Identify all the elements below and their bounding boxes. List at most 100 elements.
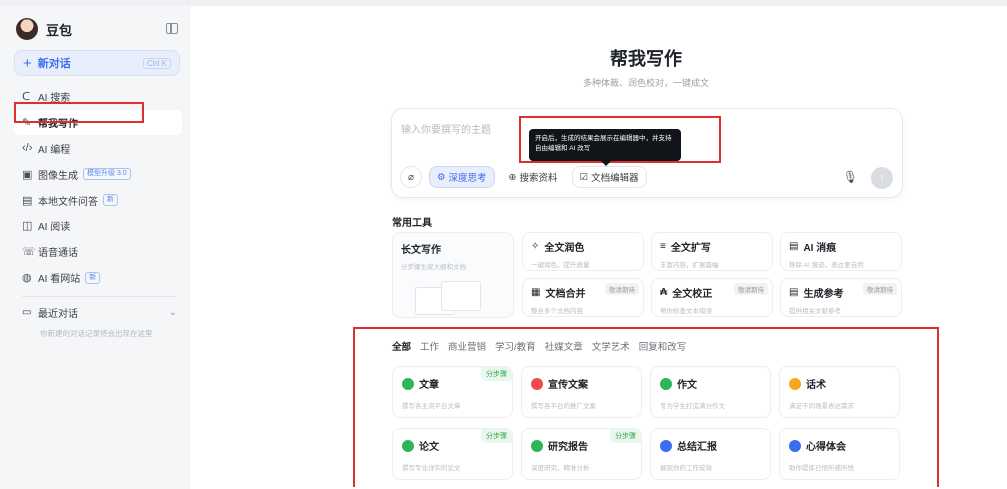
tool-name: 全文扩写 [670, 243, 711, 254]
template-card-article[interactable]: 文章 撰写各主流平台文章 分步骤 [392, 366, 513, 418]
doc-editor-toggle[interactable]: ☑ 文档编辑器 [571, 166, 647, 188]
search-label: 搜索资料 [519, 173, 558, 184]
card-title: 论文 [419, 442, 439, 453]
microphone-icon[interactable]: 🎙 [843, 170, 858, 184]
tools-section-title: 常用工具 [392, 218, 432, 229]
search-toggle[interactable]: ⊕ 搜索资料 [502, 166, 565, 188]
tool-name: 文档合并 [545, 289, 586, 300]
deep-think-label: 深度思考 [448, 173, 487, 184]
doubao-avatar [16, 18, 38, 40]
sidebar-item-label: 图像生成 [38, 170, 78, 182]
brand[interactable]: 豆包 [16, 18, 72, 40]
tool-desc: 分步骤生成大纲和文档 [401, 264, 466, 271]
page-subtitle: 多种体裁、润色校对，一键成文 [582, 78, 709, 88]
doc-icon: ▤ [789, 241, 799, 252]
tool-polish[interactable]: ✧ 全文润色 一键润色，提升质量 [522, 232, 644, 271]
tool-long-writing[interactable]: 长文写作 分步骤生成大纲和文档 [392, 232, 514, 318]
doc-editor-label: 文档编辑器 [591, 173, 639, 184]
tool-references[interactable]: ▤ 生成参考 提供相关文献参考 敬请期待 [780, 278, 902, 317]
template-card-promo-copy[interactable]: 宣传文案 撰写各平台的推广文案 [521, 366, 642, 418]
step-by-step-tag: 分步骤 [481, 429, 512, 443]
tool-name: 全文润色 [544, 243, 585, 254]
card-desc: 展现你的工作成效 [660, 465, 712, 472]
topic-input[interactable]: 输入你要撰写的主题 [401, 121, 491, 136]
card-desc: 撰写专业详实的论文 [402, 465, 461, 472]
coming-soon-badge: 敬请期待 [605, 283, 639, 295]
recent-chats-header[interactable]: ▭ 最近对话 ⌄ [22, 305, 177, 320]
new-chat-button[interactable]: + 新对话 Ctrl K [14, 50, 180, 76]
tab-literature[interactable]: 文学艺术 [592, 339, 630, 353]
deep-think-toggle[interactable]: ⚙ 深度思考 [429, 166, 495, 188]
sidebar-collapse-icon[interactable] [166, 23, 178, 34]
phone-icon: ☏ [22, 246, 36, 259]
card-title: 文章 [419, 380, 439, 391]
tab-work[interactable]: 工作 [420, 339, 439, 353]
lines-icon: ≡ [660, 241, 666, 252]
recent-chats-empty-hint: 你新建的对话记录将会出现在这里 [40, 329, 153, 338]
coming-soon-badge: 敬请期待 [734, 283, 768, 295]
card-desc: 撰写各平台的推广文案 [531, 403, 596, 410]
card-title: 研究报告 [548, 442, 588, 453]
chat-icon: ▭ [22, 307, 32, 318]
file-icon: ▤ [22, 194, 33, 207]
plus-icon: + [23, 54, 32, 72]
documents-illustration [415, 281, 483, 315]
tool-merge[interactable]: ▦ 文档合并 整合多个文档内容 敬请期待 [522, 278, 644, 317]
sidebar-item-label: 语音通话 [38, 248, 78, 260]
article-icon [402, 377, 414, 390]
sidebar-item-voice-call[interactable]: ☏ 语音通话 [14, 239, 182, 264]
edit-doc-icon: ☑ [579, 171, 589, 183]
sidebar-item-image-gen[interactable]: ▣ 图像生成 模型升级 3.0 [14, 162, 182, 187]
tool-name: 生成参考 [803, 289, 844, 300]
thesis-icon [402, 439, 414, 452]
card-title: 心得体会 [806, 442, 846, 453]
composer: 输入你要撰写的主题 开启后，生成的结果会展示在编辑器中，并支持自由编辑和 AI … [391, 108, 903, 198]
template-card-reflection[interactable]: 心得体会 助你提炼已悟所感所悟 [779, 428, 900, 480]
tool-expand[interactable]: ≡ 全文扩写 丰富内容，扩展篇幅 [651, 232, 773, 271]
tool-ai-trace-removal[interactable]: ▤ AI 消痕 移除 AI 痕迹，表达更自然 [780, 232, 902, 271]
globe-icon: ◍ [22, 272, 32, 285]
sidebar-item-coding[interactable]: ‹/› AI 编程 [14, 136, 182, 161]
coming-soon-badge: 敬请期待 [863, 283, 897, 295]
report-icon [531, 439, 543, 452]
card-desc: 助你提炼已悟所感所悟 [789, 465, 854, 472]
card-title: 作文 [677, 380, 697, 391]
tools-grid: 长文写作 分步骤生成大纲和文档 ✧ 全文润色 一键润色，提升质量 ≡ 全文扩写 丰富… [392, 232, 903, 318]
send-button[interactable]: ↑ [871, 167, 893, 189]
sidebar-divider [22, 296, 177, 297]
template-card-research-report[interactable]: 研究报告 深度研究，精准分析 分步骤 [521, 428, 642, 480]
recent-chats-label: 最近对话 [38, 309, 78, 320]
new-badge: 新 [85, 271, 101, 284]
sidebar-item-reading[interactable]: ◫ AI 阅读 [14, 213, 182, 238]
step-by-step-tag: 分步骤 [610, 429, 641, 443]
card-desc: 满足不同场景表达需求 [789, 403, 854, 410]
code-icon: ‹/› [22, 142, 33, 155]
template-card-summary[interactable]: 总结汇报 展现你的工作成效 [650, 428, 771, 480]
tab-all[interactable]: 全部 [392, 339, 411, 353]
sparkle-icon: ✧ [531, 241, 540, 252]
tab-reply-rewrite[interactable]: 回复和改写 [639, 339, 687, 353]
tool-desc: 帮你检查文本错误 [660, 308, 712, 315]
attach-icon[interactable]: ⌀ [400, 166, 422, 188]
tool-name: 全文校正 [672, 289, 713, 300]
tab-education[interactable]: 学习/教育 [495, 339, 536, 353]
tool-proofread[interactable]: ₳ 全文校正 帮你检查文本错误 敬请期待 [651, 278, 773, 317]
sidebar-item-file-qa[interactable]: ▤ 本地文件问答 新 [14, 188, 182, 213]
sidebar-item-web-reader[interactable]: ◍ AI 看网站 新 [14, 265, 182, 290]
template-card-essay[interactable]: 作文 专为学生打造满分作文 [650, 366, 771, 418]
template-card-script[interactable]: 话术 满足不同场景表达需求 [779, 366, 900, 418]
card-desc: 撰写各主流平台文章 [402, 403, 461, 410]
tab-social-media[interactable]: 社媒文章 [545, 339, 583, 353]
sidebar-item-label: 本地文件问答 [38, 196, 98, 208]
globe-icon: ⊕ [508, 171, 517, 183]
deep-think-icon: ⚙ [437, 171, 446, 183]
model-upgrade-badge: 模型升级 3.0 [83, 168, 131, 181]
template-card-thesis[interactable]: 论文 撰写专业详实的论文 分步骤 [392, 428, 513, 480]
card-title: 宣传文案 [548, 380, 588, 391]
card-desc: 深度研究，精准分析 [531, 465, 590, 472]
sidebar: 豆包 + 新对话 Ctrl K ᑕ AI 搜索 ✎ 帮我写作 ‹/› AI 编程… [0, 6, 190, 489]
sidebar-item-label: AI 阅读 [38, 222, 71, 234]
megaphone-icon [531, 377, 543, 390]
image-icon: ▣ [22, 168, 33, 181]
tab-marketing[interactable]: 商业营销 [448, 339, 486, 353]
